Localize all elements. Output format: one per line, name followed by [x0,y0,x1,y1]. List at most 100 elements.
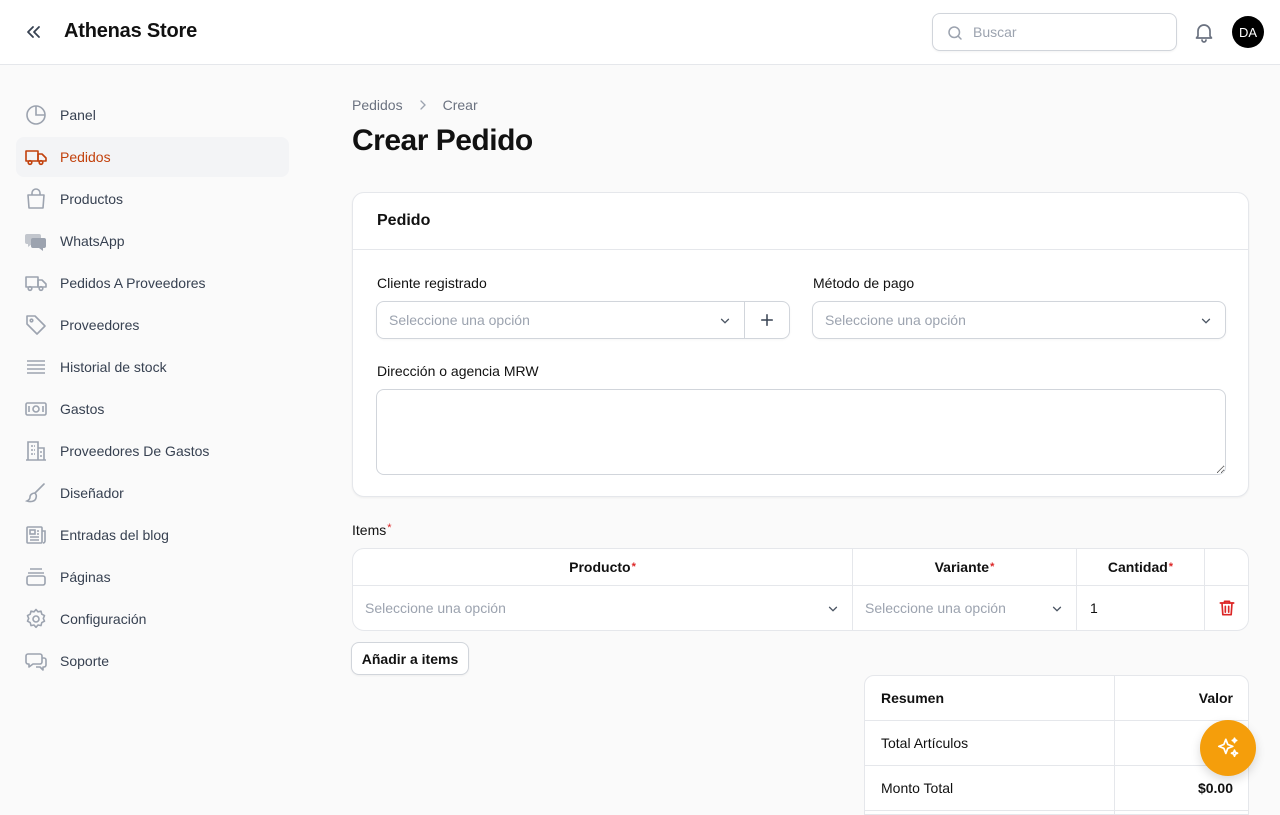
payment-label: Método de pago [813,275,915,291]
items-label-text: Items [352,522,387,538]
required-mark: * [631,561,636,573]
sidebar-item-configuracion[interactable]: Configuración [16,599,289,639]
chat-icon [24,649,48,673]
client-select-placeholder: Seleccione una opción [389,312,530,328]
sidebar-item-pedidos-a-proveedores[interactable]: Pedidos A Proveedores [16,263,289,303]
sidebar-item-disenador[interactable]: Diseñador [16,473,289,513]
product-select-placeholder: Seleccione una opción [365,600,506,616]
collapse-sidebar-icon[interactable] [22,20,46,44]
top-bar: Athenas Store DA [0,0,1280,65]
variant-select[interactable]: Seleccione una opción [853,586,1077,630]
ai-assistant-button[interactable] [1200,720,1256,776]
sidebar-item-label: Entradas del blog [60,527,169,543]
sparkles-icon [1217,737,1239,758]
sidebar-item-label: Pedidos A Proveedores [60,275,206,291]
sidebar-item-pedidos[interactable]: Pedidos [16,137,289,177]
truck-icon [24,145,48,169]
sidebar-item-label: Proveedores De Gastos [60,443,210,459]
pie-chart-icon [24,103,48,127]
sidebar-item-label: Configuración [60,611,147,627]
truck-icon [24,271,48,295]
sidebar-item-paginas[interactable]: Páginas [16,557,289,597]
search-box[interactable] [932,13,1177,51]
column-header-variant: Variante * [853,549,1077,586]
tag-icon [24,313,48,337]
add-client-button[interactable] [744,302,789,338]
summary-header-value: Valor [1198,690,1233,706]
sidebar-item-label: Panel [60,107,96,123]
summary-header-key: Resumen [881,690,945,706]
breadcrumb: Pedidos Crear [352,97,478,113]
required-mark: * [990,561,995,573]
notifications-bell-icon[interactable] [1192,20,1216,44]
banknote-icon [24,397,48,421]
required-mark: * [1168,561,1174,573]
add-item-button[interactable]: Añadir a items [351,642,469,675]
building-icon [24,439,48,463]
sidebar-item-label: Productos [60,191,124,207]
sidebar-item-historial-de-stock[interactable]: Historial de stock [16,347,289,387]
gear-icon [24,607,48,631]
payment-select-placeholder: Seleccione una opción [825,312,966,328]
items-label: Items* [352,522,392,538]
column-header-variant-label: Variante [934,559,990,575]
column-header-product-label: Producto [569,559,631,575]
sidebar-item-soporte[interactable]: Soporte [16,641,289,681]
client-label: Cliente registrado [377,275,487,291]
required-mark: * [387,522,392,534]
sidebar-item-gastos[interactable]: Gastos [16,389,289,429]
page-title: Crear Pedido [352,124,533,157]
breadcrumb-current: Crear [442,97,478,113]
sidebar-item-entradas-del-blog[interactable]: Entradas del blog [16,515,289,555]
quantity-value: 1 [1090,600,1098,616]
address-textarea[interactable] [376,389,1226,475]
summary-header-row: Resumen Valor [865,676,1248,721]
sidebar-item-label: Gastos [60,401,105,417]
summary-row: Monto Total $0.00 [865,766,1248,811]
order-card: Pedido Cliente registrado Seleccione una… [352,192,1249,497]
plus-icon [761,314,773,326]
items-table: Producto * Variante * Cantidad * Seleccione… [352,548,1249,631]
chevron-down-icon [826,602,840,616]
sidebar-item-label: WhatsApp [60,233,125,249]
chevron-down-icon [1199,314,1213,328]
chevron-right-icon [415,97,431,113]
column-header-actions [1205,549,1248,586]
sidebar-item-label: Soporte [60,653,110,669]
search-input[interactable] [973,14,1168,50]
chat-bubbles-icon [24,229,48,253]
order-card-title: Pedido [353,193,1248,250]
layers-icon [24,565,48,589]
newspaper-icon [24,523,48,547]
column-header-quantity: Cantidad * [1077,549,1205,586]
summary-total-amount-value: $0.00 [1197,780,1233,796]
product-select[interactable]: Seleccione una opción [353,586,853,630]
sidebar-item-panel[interactable]: Panel [16,95,289,135]
sidebar-item-productos[interactable]: Productos [16,179,289,219]
client-select[interactable]: Seleccione una opción [376,301,790,339]
payment-select[interactable]: Seleccione una opción [812,301,1226,339]
app-title: Athenas Store [64,20,197,42]
summary-total-items-label: Total Artículos [881,735,969,751]
shopping-bag-icon [24,187,48,211]
sidebar-item-proveedores-de-gastos[interactable]: Proveedores De Gastos [16,431,289,471]
address-label: Dirección o agencia MRW [377,363,539,379]
column-header-product: Producto * [353,549,853,586]
chevron-down-icon [1050,602,1064,616]
quantity-input[interactable]: 1 [1077,586,1205,630]
sidebar-item-label: Pedidos [60,149,111,165]
paint-brush-icon [24,481,48,505]
search-icon [946,24,964,42]
avatar[interactable]: DA [1232,16,1264,48]
sidebar-item-whatsapp[interactable]: WhatsApp [16,221,289,261]
sidebar-item-label: Historial de stock [60,359,167,375]
breadcrumb-parent[interactable]: Pedidos [352,97,403,113]
summary-table: Resumen Valor Total Artículos 1 Monto To… [864,675,1249,815]
sidebar-item-proveedores[interactable]: Proveedores [16,305,289,345]
trash-icon[interactable] [1217,598,1237,618]
summary-row: Total Artículos 1 [865,721,1248,766]
sidebar-item-label: Proveedores [60,317,140,333]
sidebar-item-label: Diseñador [60,485,124,501]
summary-total-amount-label: Monto Total [881,780,954,796]
stack-icon [24,355,48,379]
